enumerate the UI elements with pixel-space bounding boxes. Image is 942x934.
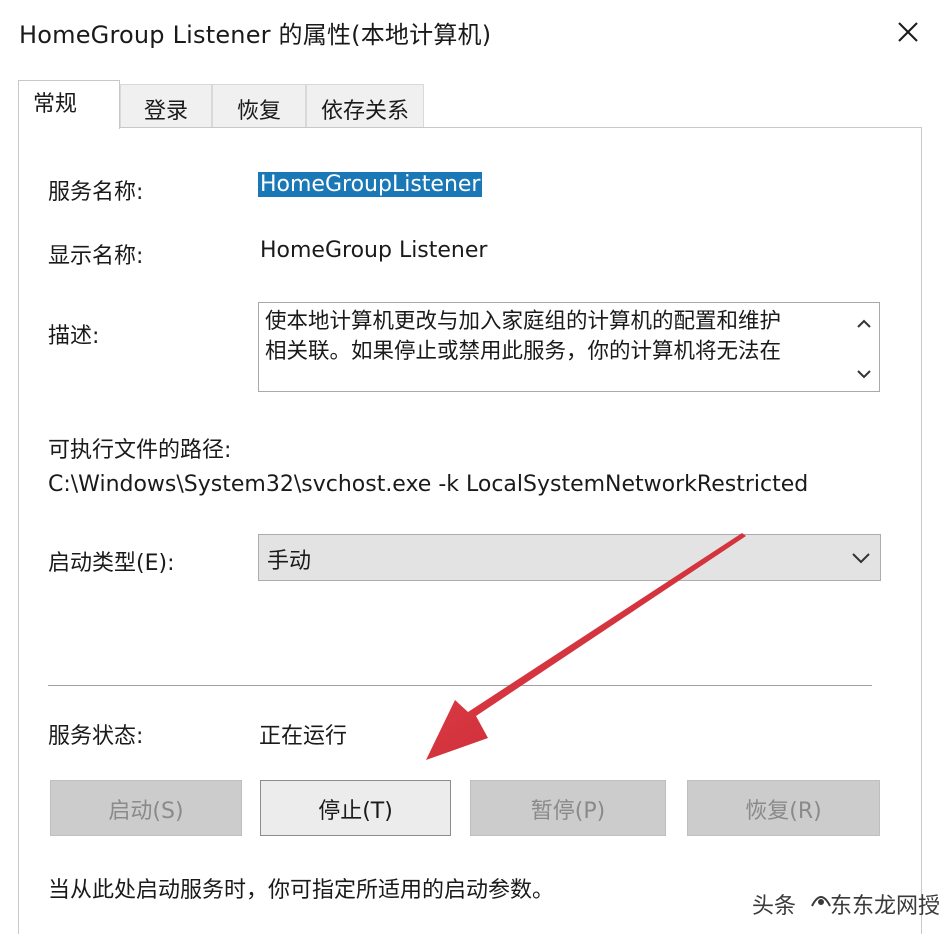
startup-type-select[interactable]: 手动	[258, 534, 881, 581]
display-name-label: 显示名称:	[48, 244, 144, 269]
window-title: HomeGroup Listener 的属性(本地计算机)	[19, 21, 492, 49]
description-text: 使本地计算机更改与加入家庭组的计算机的配置和维护 相关联。如果停止或禁用此服务，…	[265, 307, 843, 367]
startup-type-value: 手动	[267, 549, 312, 574]
close-button[interactable]	[888, 12, 928, 52]
tab-recovery[interactable]: 恢复	[212, 84, 306, 128]
chevron-down-icon	[852, 553, 870, 564]
service-name-label: 服务名称:	[48, 180, 144, 205]
tab-dependencies[interactable]: 依存关系	[306, 84, 424, 128]
title-bar: HomeGroup Listener 的属性(本地计算机)	[0, 0, 942, 64]
exe-path-label: 可执行文件的路径:	[48, 438, 232, 463]
description-line: 使本地计算机更改与加入家庭组的计算机的配置和维护	[265, 309, 782, 334]
description-textbox[interactable]: 使本地计算机更改与加入家庭组的计算机的配置和维护 相关联。如果停止或禁用此服务，…	[258, 302, 880, 392]
start-button[interactable]: 启动(S)	[50, 780, 242, 836]
scroll-up-icon[interactable]	[855, 315, 873, 333]
exe-path-value: C:\Windows\System32\svchost.exe -k Local…	[48, 472, 809, 497]
scroll-down-icon[interactable]	[855, 365, 873, 383]
description-label: 描述:	[48, 324, 100, 349]
tab-strip: 常规 登录 恢复 依存关系	[0, 64, 942, 129]
startup-type-label: 启动类型(E):	[48, 551, 175, 576]
hint-text: 当从此处启动服务时，你可指定所适用的启动参数。	[48, 878, 555, 903]
separator	[48, 685, 872, 686]
service-status-value: 正在运行	[259, 724, 348, 749]
description-scrollbar[interactable]	[849, 303, 879, 391]
stop-button[interactable]: 停止(T)	[260, 780, 451, 836]
watermark-name: 东东龙网授	[830, 894, 941, 919]
resume-button[interactable]: 恢复(R)	[687, 780, 880, 836]
watermark-prefix: 头条	[752, 894, 797, 919]
close-icon	[898, 22, 918, 42]
service-name-text[interactable]: HomeGroupListener	[258, 172, 483, 197]
service-name-value[interactable]: HomeGroupListener	[258, 172, 483, 197]
display-name-value[interactable]: HomeGroup Listener	[260, 238, 487, 263]
pause-button[interactable]: 暂停(P)	[470, 780, 666, 836]
tab-logon[interactable]: 登录	[120, 84, 212, 128]
description-line: 相关联。如果停止或禁用此服务，你的计算机将无法在	[265, 339, 782, 364]
service-status-label: 服务状态:	[48, 724, 144, 749]
tab-general[interactable]: 常规	[18, 80, 120, 129]
